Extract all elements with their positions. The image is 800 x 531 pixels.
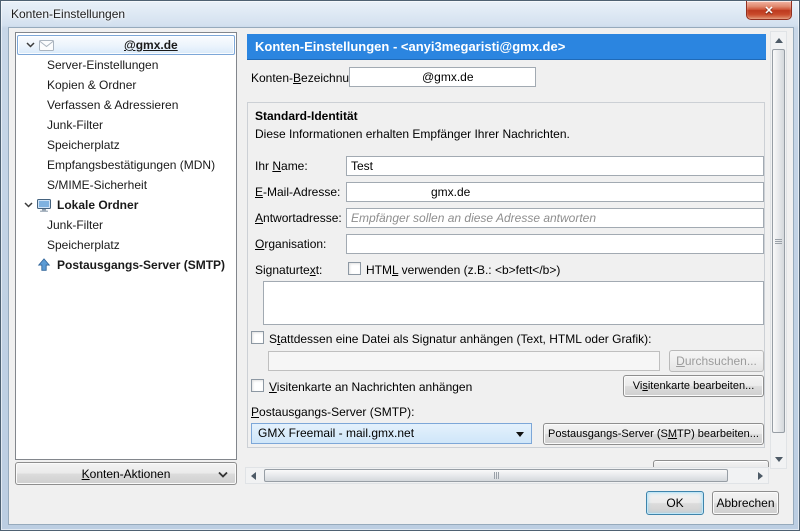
tree-item-label: Junk-Filter: [47, 118, 104, 132]
account-tree: @gmx.de Server-Einstellungen Kopien & Or…: [15, 32, 237, 460]
tree-item-server-settings[interactable]: Server-Einstellungen: [16, 55, 236, 75]
vertical-scrollbar-thumb[interactable]: [772, 49, 785, 433]
email-label: E-Mail-Adresse:: [255, 185, 341, 199]
chevron-down-icon: [24, 202, 33, 208]
close-button[interactable]: ✕: [746, 1, 792, 20]
reply-address-label: Antwortadresse:: [255, 211, 342, 225]
tree-item-account-gmx[interactable]: @gmx.de: [17, 35, 235, 55]
tree-item-copies-folders[interactable]: Kopien & Ordner: [16, 75, 236, 95]
tree-item-junk-filter-local[interactable]: Junk-Filter: [16, 215, 236, 235]
tree-item-label: Empfangsbestätigungen (MDN): [47, 158, 216, 172]
vcard-checkbox-label: Visitenkarte an Nachrichten anhängen: [269, 380, 473, 394]
file-signature-checkbox-label: Stattdessen eine Datei als Signatur anhä…: [269, 332, 652, 346]
your-name-input[interactable]: Test: [346, 156, 764, 176]
tree-item-return-receipts[interactable]: Empfangsbestätigungen (MDN): [16, 155, 236, 175]
smtp-server-dropdown[interactable]: GMX Freemail - mail.gmx.net: [251, 423, 532, 444]
signature-label: Signaturtext:: [255, 263, 323, 277]
reply-address-input[interactable]: Empfänger sollen an diese Adresse antwor…: [346, 208, 764, 228]
thumb-grip: [775, 241, 782, 242]
triangle-down-icon: [774, 457, 783, 462]
triangle-left-icon: [251, 471, 256, 480]
ok-button[interactable]: OK: [646, 491, 704, 515]
tree-item-label: Verfassen & Adressieren: [47, 98, 179, 112]
signature-file-input: [268, 351, 660, 371]
chevron-down-icon: [218, 471, 228, 478]
tree-item-label: Postausgangs-Server (SMTP): [57, 258, 226, 272]
tree-item-outgoing-server[interactable]: Postausgangs-Server (SMTP): [16, 255, 236, 275]
smtp-server-selected: GMX Freemail - mail.gmx.net: [258, 426, 415, 440]
file-signature-checkbox[interactable]: [251, 331, 264, 344]
panel-header: Konten-Einstellungen - <anyi3megaristi@g…: [247, 34, 766, 60]
cancel-button[interactable]: Abbrechen: [712, 491, 779, 515]
tree-item-compose-addressing[interactable]: Verfassen & Adressieren: [16, 95, 236, 115]
mail-icon: [39, 39, 54, 51]
send-arrow-icon: [37, 258, 51, 271]
account-actions-label: Konten-Aktionen: [81, 466, 171, 481]
section-description: Diese Informationen erhalten Empfänger I…: [255, 127, 570, 141]
account-settings-dialog: Konten-Einstellungen ✕ @gmx.de Server-Ei…: [0, 0, 800, 531]
vcard-checkbox[interactable]: [251, 379, 264, 392]
smtp-server-label: Postausgangs-Server (SMTP):: [251, 405, 415, 419]
html-signature-checkbox[interactable]: [348, 262, 361, 275]
email-input[interactable]: gmx.de: [346, 182, 764, 202]
edit-smtp-server-button[interactable]: Postausgangs-Server (S M TP) bearbeiten...: [543, 423, 764, 445]
computer-icon: [37, 198, 51, 212]
html-signature-checkbox-label: HTML verwenden (z.B.: <b>fett</b>): [366, 263, 561, 277]
window-title: Konten-Einstellungen: [11, 7, 126, 21]
thumb-grip: [496, 472, 497, 479]
tree-item-label: @gmx.de: [124, 38, 178, 52]
tree-item-disk-space[interactable]: Speicherplatz: [16, 135, 236, 155]
tree-item-smime-security[interactable]: S/MIME-Sicherheit: [16, 175, 236, 195]
tree-item-local-folders[interactable]: Lokale Ordner: [16, 195, 236, 215]
triangle-down-icon: [516, 432, 524, 437]
tree-item-junk-filter[interactable]: Junk-Filter: [16, 115, 236, 135]
tree-item-label: Junk-Filter: [47, 218, 104, 232]
tree-item-disk-space-local[interactable]: Speicherplatz: [16, 235, 236, 255]
chevron-down-icon: [26, 42, 35, 48]
organization-label: Organisation:: [255, 237, 327, 251]
horizontal-scrollbar-thumb[interactable]: [264, 469, 728, 482]
signature-textarea[interactable]: [263, 281, 764, 325]
browse-button: Durchsuchen...: [669, 350, 764, 372]
vertical-scrollbar[interactable]: [770, 31, 787, 469]
triangle-right-icon: [758, 471, 763, 480]
tree-item-label: Kopien & Ordner: [47, 78, 137, 92]
triangle-up-icon: [774, 38, 783, 43]
your-name-label: Ihr Name:: [255, 159, 308, 173]
horizontal-scrollbar[interactable]: [245, 467, 769, 484]
tree-item-label: Lokale Ordner: [57, 198, 139, 212]
account-actions-button[interactable]: Konten-Aktionen: [15, 462, 237, 485]
scroll-right-button[interactable]: [753, 468, 768, 483]
tree-item-label: Speicherplatz: [47, 238, 120, 252]
scroll-left-button[interactable]: [246, 468, 261, 483]
close-icon: ✕: [764, 4, 774, 17]
tree-item-label: Server-Einstellungen: [47, 58, 159, 72]
edit-vcard-button[interactable]: Vi s itenkarte bearbeiten...: [623, 375, 764, 397]
tree-item-label: S/MIME-Sicherheit: [47, 178, 148, 192]
scroll-down-button[interactable]: [771, 452, 786, 467]
account-name-input[interactable]: @gmx.de: [349, 67, 536, 87]
tree-item-label: Speicherplatz: [47, 138, 120, 152]
section-title: Standard-Identität: [255, 109, 358, 123]
scroll-up-button[interactable]: [771, 33, 786, 48]
organization-input[interactable]: [346, 234, 764, 254]
